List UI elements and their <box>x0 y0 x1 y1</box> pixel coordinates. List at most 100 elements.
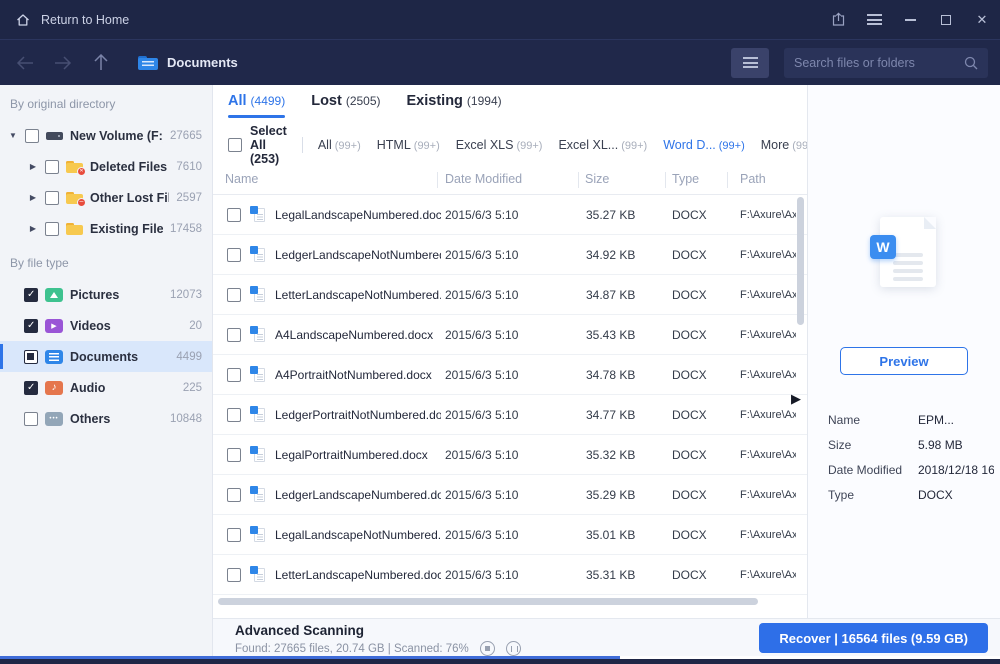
row-checkbox[interactable] <box>227 368 241 382</box>
filetype-checkbox[interactable] <box>24 350 38 364</box>
filetype-item[interactable]: Videos 20 <box>0 310 212 341</box>
filetype-checkbox[interactable] <box>24 381 38 395</box>
filter-chip[interactable]: Excel XL...(99+) <box>558 138 647 152</box>
filetype-checkbox[interactable] <box>24 412 38 426</box>
detail-row: Date Modified 2018/12/18 16:.. <box>828 457 994 482</box>
directory-tree-item[interactable]: ▶ Deleted Files 7610 <box>0 151 212 182</box>
filter-chip[interactable]: Word D...(99+) <box>663 138 745 152</box>
minimize-button[interactable] <box>892 0 928 40</box>
tree-checkbox[interactable] <box>45 160 59 174</box>
collapse-panel-icon[interactable] <box>791 390 801 408</box>
tree-checkbox[interactable] <box>45 222 59 236</box>
stop-scan-button[interactable] <box>480 641 495 656</box>
table-row[interactable]: LegalLandscapeNotNumbered.d... 2015/6/3 … <box>213 515 807 555</box>
maximize-button[interactable] <box>928 0 964 40</box>
detail-label: Type <box>828 488 918 502</box>
close-button[interactable] <box>964 0 1000 40</box>
table-row[interactable]: LetterLandscapeNotNumbered.d... 2015/6/3… <box>213 275 807 315</box>
result-tab[interactable]: All(4499) <box>228 93 285 118</box>
file-path: F:\Axure\Axur <box>740 289 796 301</box>
table-row[interactable]: LegalLandscapeNumbered.docx 2015/6/3 5:1… <box>213 195 807 235</box>
forward-button[interactable] <box>52 52 74 74</box>
horizontal-scrollbar[interactable] <box>218 598 758 605</box>
file-size: 35.01 KB <box>586 528 635 542</box>
tree-checkbox[interactable] <box>25 129 39 143</box>
expander-icon[interactable]: ▼ <box>8 131 18 140</box>
column-header-type[interactable]: Type <box>672 172 699 186</box>
row-checkbox[interactable] <box>227 568 241 582</box>
row-checkbox[interactable] <box>227 408 241 422</box>
search-input[interactable] <box>794 56 956 70</box>
column-divider[interactable] <box>437 172 438 188</box>
column-header-name[interactable]: Name <box>225 172 258 186</box>
file-type: DOCX <box>672 288 707 302</box>
up-button[interactable] <box>90 52 112 74</box>
filetype-item[interactable]: Pictures 12073 <box>0 279 212 310</box>
select-all-control[interactable]: Select All (253) <box>228 124 287 166</box>
search-icon[interactable] <box>964 56 978 70</box>
row-checkbox[interactable] <box>227 208 241 222</box>
select-all-checkbox[interactable] <box>228 138 242 152</box>
column-header-size[interactable]: Size <box>585 172 609 186</box>
folder-badge-icon <box>77 167 86 176</box>
pause-scan-button[interactable] <box>506 641 521 656</box>
directory-tree-item[interactable]: ▶ Other Lost Files 2597 <box>0 182 212 213</box>
expander-icon[interactable]: ▶ <box>28 224 38 233</box>
share-button[interactable] <box>820 0 856 40</box>
table-row[interactable]: A4PortraitNotNumbered.docx 2015/6/3 5:10… <box>213 355 807 395</box>
file-name: LegalPortraitNumbered.docx <box>275 448 441 462</box>
table-row[interactable]: A4LandscapeNumbered.docx 2015/6/3 5:10 3… <box>213 315 807 355</box>
directory-tree-item[interactable]: ▶ Existing Files 17458 <box>0 213 212 244</box>
filetype-checkbox[interactable] <box>24 319 38 333</box>
tab-count: (4499) <box>251 94 286 108</box>
file-date-modified: 2015/6/3 5:10 <box>445 328 518 342</box>
directory-tree-item[interactable]: ▼ New Volume (F:) 27665 <box>0 120 212 151</box>
row-checkbox[interactable] <box>227 528 241 542</box>
expander-icon[interactable]: ▶ <box>28 162 38 171</box>
navbar: Documents <box>0 40 1000 85</box>
file-size: 34.78 KB <box>586 368 635 382</box>
file-table-body: LegalLandscapeNumbered.docx 2015/6/3 5:1… <box>213 195 807 595</box>
row-checkbox[interactable] <box>227 448 241 462</box>
filetype-checkbox[interactable] <box>24 288 38 302</box>
file-name: LetterLandscapeNumbered.docx <box>275 568 441 582</box>
table-row[interactable]: LedgerLandscapeNotNumbered.... 2015/6/3 … <box>213 235 807 275</box>
back-button[interactable] <box>14 52 36 74</box>
file-size: 34.77 KB <box>586 408 635 422</box>
filter-chip[interactable]: Excel XLS(99+) <box>456 138 543 152</box>
filetype-item[interactable]: Audio 225 <box>0 372 212 403</box>
filetype-item[interactable]: Others 10848 <box>0 403 212 434</box>
recover-button[interactable]: Recover | 16564 files (9.59 GB) <box>759 623 988 653</box>
row-checkbox[interactable] <box>227 328 241 342</box>
filter-chip[interactable]: All(99+) <box>318 138 361 152</box>
column-divider[interactable] <box>665 172 666 188</box>
row-checkbox[interactable] <box>227 288 241 302</box>
tree-item-icon <box>66 160 83 174</box>
table-row[interactable]: LedgerLandscapeNumbered.docx 2015/6/3 5:… <box>213 475 807 515</box>
table-row[interactable]: LegalPortraitNumbered.docx 2015/6/3 5:10… <box>213 435 807 475</box>
table-row[interactable]: LetterLandscapeNumbered.docx 2015/6/3 5:… <box>213 555 807 595</box>
file-type: DOCX <box>672 248 707 262</box>
vertical-scrollbar[interactable] <box>797 197 804 325</box>
filter-menu-button[interactable] <box>731 48 769 78</box>
result-tab[interactable]: Lost(2505) <box>311 93 380 118</box>
detail-label: Name <box>828 413 918 427</box>
tree-checkbox[interactable] <box>45 191 59 205</box>
result-tab[interactable]: Existing(1994) <box>407 93 502 118</box>
menu-button[interactable] <box>856 0 892 40</box>
preview-button[interactable]: Preview <box>840 347 968 375</box>
documents-folder-icon <box>138 55 158 71</box>
expander-icon[interactable]: ▶ <box>28 193 38 202</box>
row-checkbox[interactable] <box>227 488 241 502</box>
column-divider[interactable] <box>727 172 728 188</box>
column-divider[interactable] <box>578 172 579 188</box>
table-row[interactable]: LedgerPortraitNotNumbered.docx 2015/6/3 … <box>213 395 807 435</box>
file-size: 35.31 KB <box>586 568 635 582</box>
filter-chip[interactable]: HTML(99+) <box>377 138 440 152</box>
tree-item-count: 17458 <box>170 223 212 235</box>
column-header-date[interactable]: Date Modified <box>445 172 522 186</box>
row-checkbox[interactable] <box>227 248 241 262</box>
column-header-path[interactable]: Path <box>740 172 766 186</box>
filetype-item[interactable]: Documents 4499 <box>0 341 212 372</box>
return-to-home-button[interactable]: Return to Home <box>0 0 144 39</box>
